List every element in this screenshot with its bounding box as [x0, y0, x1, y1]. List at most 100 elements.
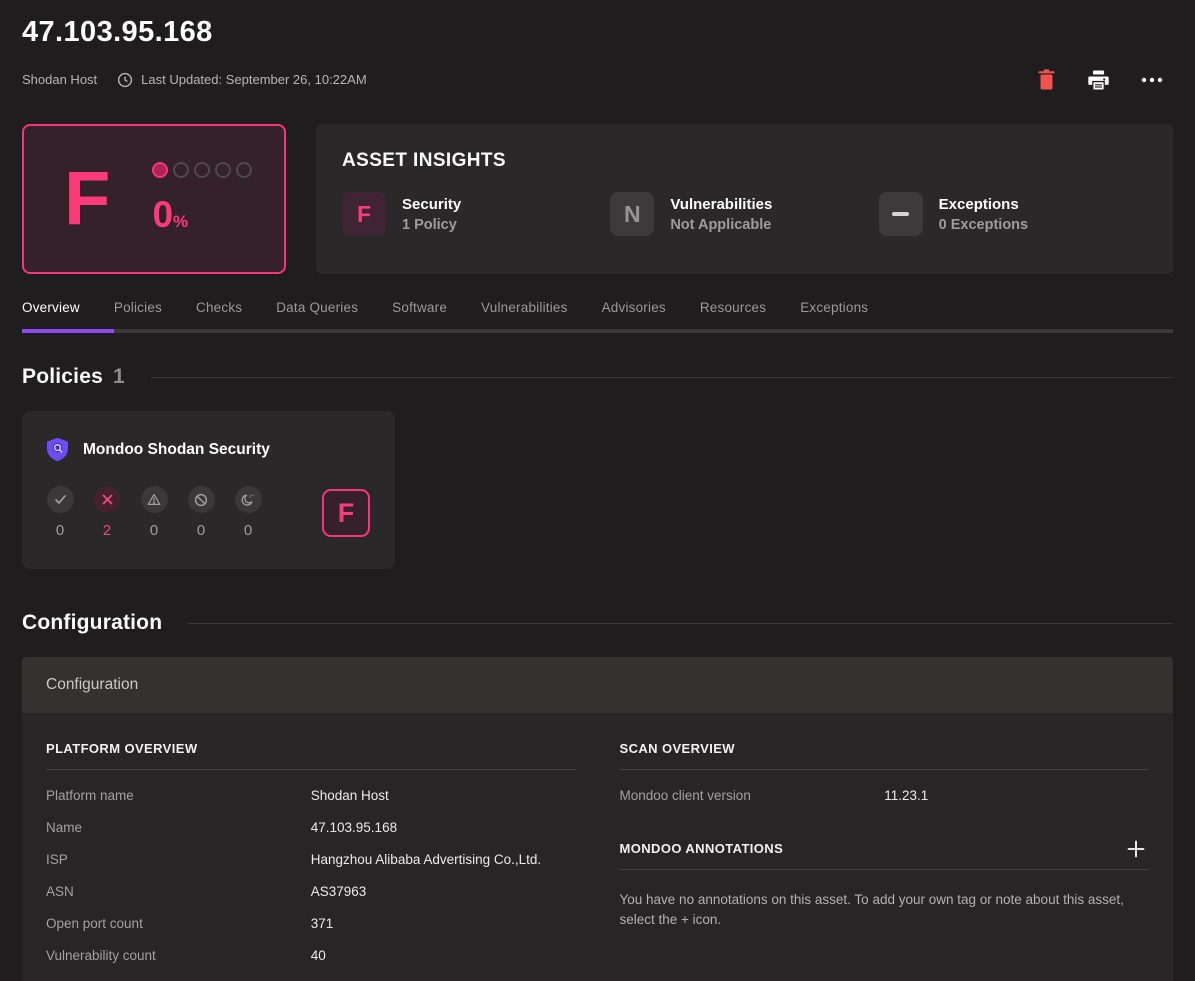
stat-value: 0 [197, 522, 205, 539]
insight-label: Security [402, 196, 461, 213]
add-annotation-button[interactable] [1123, 836, 1149, 862]
policies-section: Policies 1 Mondoo Shodan Security [22, 365, 1173, 569]
tab-policies[interactable]: Policies [114, 300, 162, 329]
insight-sub: 1 Policy [402, 217, 461, 233]
insight-text: Exceptions 0 Exceptions [939, 196, 1028, 233]
policy-name-row: Mondoo Shodan Security [46, 437, 371, 462]
configuration-card: Configuration PLATFORM OVERVIEW Platform… [22, 657, 1173, 981]
vulnerabilities-grade-badge: N [610, 192, 654, 236]
top-row: F 0% ASSET INSIGHTS F [22, 124, 1173, 274]
grade-detail: 0% [152, 162, 252, 236]
header-actions [1033, 65, 1173, 94]
insight-label: Vulnerabilities [670, 196, 772, 213]
configuration-card-header: Configuration [22, 657, 1173, 713]
table-row: Vulnerability count 40 [46, 939, 576, 971]
header-meta-left: Shodan Host Last Updated: September 26, … [22, 72, 367, 88]
tab-data-queries[interactable]: Data Queries [276, 300, 358, 329]
stat-value: 2 [103, 522, 111, 539]
row-value: 11.23.1 [884, 788, 1149, 803]
tab-vulnerabilities[interactable]: Vulnerabilities [481, 300, 568, 329]
delete-button[interactable] [1033, 65, 1060, 94]
printer-icon [1088, 70, 1109, 90]
print-button[interactable] [1084, 66, 1113, 94]
stat-value: 0 [150, 522, 158, 539]
page-title: 47.103.95.168 [22, 16, 1173, 49]
blocked-circle-icon [188, 486, 215, 513]
row-label: ASN [46, 884, 311, 899]
policy-body: 0 2 [46, 486, 371, 539]
grade-dot [194, 162, 210, 178]
grade-dot [236, 162, 252, 178]
policies-section-title: Policies [22, 365, 103, 389]
grade-dot [215, 162, 231, 178]
insight-item-security[interactable]: F Security 1 Policy [342, 192, 610, 236]
grade-score: 0% [152, 194, 252, 236]
configuration-section-head: Configuration [22, 611, 1173, 635]
asset-detail-page: 47.103.95.168 Shodan Host Last Updated: … [0, 0, 1195, 981]
row-label: Open port count [46, 916, 311, 931]
tab-exceptions[interactable]: Exceptions [800, 300, 868, 329]
shield-magnifier-icon [46, 437, 69, 462]
row-label: Name [46, 820, 311, 835]
row-label: Mondoo client version [620, 788, 885, 803]
section-divider [188, 623, 1173, 624]
tab-overview[interactable]: Overview [22, 300, 80, 329]
snooze-moon-icon: z z [235, 486, 262, 513]
asset-insights-items: F Security 1 Policy N Vulnerabilities No… [342, 192, 1147, 236]
table-row: Open port count 371 [46, 907, 576, 939]
more-actions-button[interactable] [1137, 73, 1167, 87]
tab-checks[interactable]: Checks [196, 300, 242, 329]
insight-item-vulnerabilities[interactable]: N Vulnerabilities Not Applicable [610, 192, 878, 236]
tab-software[interactable]: Software [392, 300, 447, 329]
clock-icon [117, 72, 133, 88]
table-row: Name 47.103.95.168 [46, 811, 576, 843]
insight-sub: Not Applicable [670, 217, 772, 233]
row-label: Vulnerability count [46, 948, 311, 963]
stat-errors: 0 [140, 486, 168, 539]
row-value: AS37963 [311, 884, 576, 899]
stat-passed: 0 [46, 486, 74, 539]
policies-section-head: Policies 1 [22, 365, 1173, 389]
exceptions-grade-badge [879, 192, 923, 236]
policy-card[interactable]: Mondoo Shodan Security 0 [22, 411, 395, 569]
minus-icon [892, 212, 909, 216]
annotations-empty-text: You have no annotations on this asset. T… [620, 890, 1150, 930]
security-grade-badge: F [342, 192, 386, 236]
subhead-label: PLATFORM OVERVIEW [46, 741, 198, 756]
asset-grade-card: F 0% [22, 124, 286, 274]
stat-value: 0 [244, 522, 252, 539]
insight-text: Vulnerabilities Not Applicable [670, 196, 772, 233]
scan-overview-rows: Mondoo client version 11.23.1 [620, 779, 1150, 811]
check-circle-icon [47, 486, 74, 513]
active-tab-indicator [22, 329, 114, 333]
table-row: ISP Hangzhou Alibaba Advertising Co.,Ltd… [46, 843, 576, 875]
grade-score-value: 0 [152, 194, 173, 235]
configuration-card-title: Configuration [46, 676, 138, 694]
platform-type-label: Shodan Host [22, 72, 97, 87]
last-updated: Last Updated: September 26, 10:22AM [117, 72, 366, 88]
tab-track [22, 329, 1173, 333]
x-circle-icon [94, 486, 121, 513]
tab-advisories[interactable]: Advisories [602, 300, 666, 329]
insight-label: Exceptions [939, 196, 1028, 213]
tab-resources[interactable]: Resources [700, 300, 766, 329]
row-label: ISP [46, 852, 311, 867]
platform-overview-column: PLATFORM OVERVIEW Platform name Shodan H… [46, 741, 576, 971]
row-value: Shodan Host [311, 788, 576, 803]
policy-stats: 0 2 [46, 486, 262, 539]
row-value: 47.103.95.168 [311, 820, 576, 835]
asset-insights-card: ASSET INSIGHTS F Security 1 Policy N Vul… [316, 124, 1173, 274]
scan-overview-title: SCAN OVERVIEW [620, 741, 1150, 770]
asset-insights-title: ASSET INSIGHTS [342, 150, 1147, 172]
svg-text:z: z [252, 493, 254, 497]
policy-grade-badge: F [322, 489, 370, 537]
last-updated-text: Last Updated: September 26, 10:22AM [141, 72, 366, 87]
trash-icon [1037, 69, 1056, 90]
table-row: Platform name Shodan Host [46, 779, 576, 811]
platform-overview-rows: Platform name Shodan Host Name 47.103.95… [46, 779, 576, 971]
stat-disabled: 0 [187, 486, 215, 539]
header-meta: Shodan Host Last Updated: September 26, … [22, 65, 1173, 94]
insight-item-exceptions[interactable]: Exceptions 0 Exceptions [879, 192, 1147, 236]
annotations-title-row: MONDOO ANNOTATIONS [620, 841, 1150, 870]
section-divider [151, 377, 1173, 378]
